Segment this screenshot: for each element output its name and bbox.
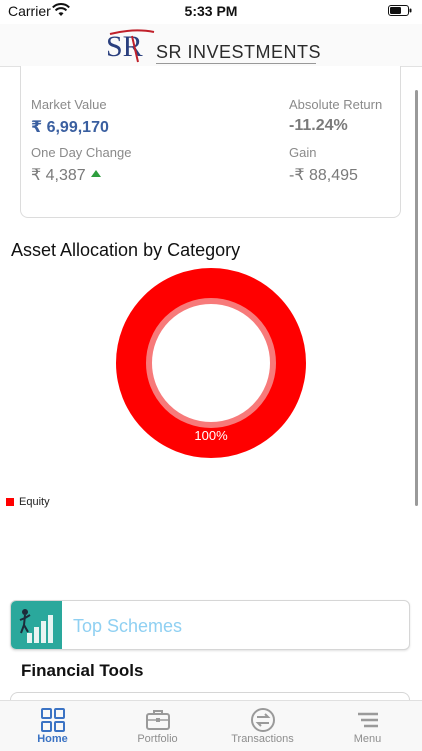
market-value: ₹ 6,99,170 — [31, 119, 109, 136]
one-day-change-label: One Day Change — [31, 145, 132, 160]
status-bar: Carrier 5:33 PM — [0, 0, 422, 24]
battery-icon — [388, 5, 412, 16]
legend-label-equity: Equity — [19, 496, 50, 508]
app-header: SR SR INVESTMENTS — [0, 24, 422, 67]
gain-value: -₹ 88,495 — [289, 167, 358, 184]
growth-chart-icon — [19, 609, 53, 643]
tab-transactions-label: Transactions — [231, 733, 294, 745]
donut-hole — [146, 298, 276, 428]
tab-home-label: Home — [37, 733, 68, 745]
donut-percentage-label: 100% — [194, 428, 228, 443]
absolute-return-label: Absolute Return — [289, 97, 383, 112]
status-time: 5:33 PM — [184, 3, 238, 19]
asset-allocation-title: Asset Allocation by Category — [11, 240, 241, 260]
top-schemes-label: Top Schemes — [73, 616, 183, 636]
up-arrow-icon — [91, 170, 101, 177]
portfolio-summary-card: Market Value ₹ 6,99,170 Absolute Return … — [20, 66, 401, 218]
tab-menu[interactable]: Menu — [315, 701, 420, 751]
tab-menu-label: Menu — [353, 733, 382, 745]
tab-transactions[interactable]: Transactions — [210, 701, 315, 751]
absolute-return-value: -11.24% — [289, 117, 348, 134]
one-day-change-value: ₹ 4,387 — [31, 167, 86, 184]
sr-logo-icon: SR — [106, 29, 155, 63]
briefcase-icon — [146, 710, 170, 730]
menu-icon — [358, 712, 378, 728]
brand-name: SR INVESTMENTS — [156, 42, 322, 62]
top-schemes-icon-box — [11, 601, 62, 649]
tab-portfolio[interactable]: Portfolio — [105, 701, 210, 751]
financial-tools-title: Financial Tools — [21, 661, 144, 680]
exchange-icon — [251, 708, 275, 732]
top-schemes-button[interactable]: Top Schemes — [10, 600, 410, 650]
market-value-label: Market Value — [31, 97, 107, 112]
tab-home[interactable]: Home — [0, 701, 105, 751]
grid-icon — [41, 708, 65, 732]
allocation-donut-chart: 100% — [116, 268, 306, 458]
scrollbar-thumb[interactable] — [415, 90, 418, 506]
tab-portfolio-label: Portfolio — [137, 733, 178, 745]
legend-swatch-equity — [6, 498, 14, 506]
bottom-tab-bar: Home Portfolio Transactions Menu — [0, 700, 422, 751]
gain-label: Gain — [289, 145, 317, 160]
brand-underline — [156, 63, 316, 64]
